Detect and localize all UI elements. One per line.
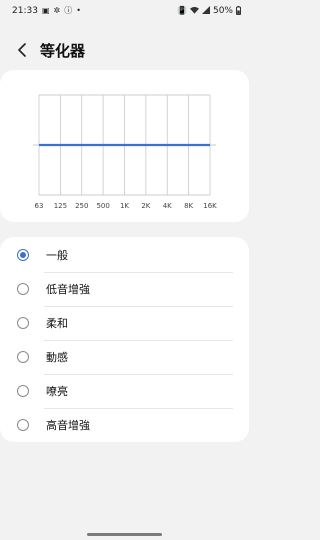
- status-right: 📳 50%: [177, 5, 249, 17]
- vibrate-icon: 📳: [177, 6, 187, 15]
- eq-band-label: 500: [96, 202, 109, 210]
- battery-text: 50%: [212, 6, 233, 16]
- preset-option-label: 嘹亮: [46, 385, 68, 398]
- battery-icon: [236, 5, 241, 17]
- page-title: 等化器: [40, 41, 86, 60]
- radio-dot: [20, 252, 26, 258]
- radio-unchecked-icon[interactable]: [17, 283, 29, 295]
- radio-unchecked-icon[interactable]: [17, 351, 29, 363]
- eq-band-label: 125: [54, 202, 67, 210]
- info-icon: ⓘ: [64, 6, 73, 15]
- preset-option[interactable]: 高音增強: [0, 408, 249, 442]
- status-time: 21:33: [12, 6, 38, 16]
- radio-checked-icon[interactable]: [17, 249, 29, 261]
- eq-band-label: 4K: [163, 202, 172, 210]
- preset-option-label: 低音增強: [46, 283, 90, 296]
- equalizer-graph[interactable]: 63 125 250 500 1K 2K 4K 8K 16K: [0, 70, 249, 222]
- gallery-icon: ▣: [41, 6, 50, 15]
- preset-option-label: 一般: [46, 249, 68, 262]
- eq-band-label: 63: [35, 202, 44, 210]
- dot-icon: •: [76, 6, 81, 15]
- equalizer-card: 63 125 250 500 1K 2K 4K 8K 16K: [0, 70, 249, 222]
- wifi-icon: [189, 6, 199, 16]
- signal-icon: [201, 6, 210, 16]
- preset-option[interactable]: 低音增強: [0, 272, 249, 306]
- preset-option[interactable]: 動感: [0, 340, 249, 374]
- preset-option[interactable]: 一般: [0, 238, 249, 272]
- eq-band-label: 250: [75, 202, 88, 210]
- chevron-left-icon: [18, 43, 26, 57]
- eq-band-label: 1K: [120, 202, 129, 210]
- preset-option[interactable]: 柔和: [0, 306, 249, 340]
- eq-band-label: 2K: [141, 202, 150, 210]
- eq-band-label: 8K: [184, 202, 193, 210]
- status-left: 21:33 ▣ ✲ ⓘ •: [0, 6, 81, 16]
- eq-band-label: 16K: [203, 202, 217, 210]
- radio-unchecked-icon[interactable]: [17, 419, 29, 431]
- pinwheel-icon: ✲: [53, 6, 61, 15]
- home-indicator[interactable]: [87, 533, 162, 536]
- preset-list: 一般低音增強柔和動感嘹亮高音增強: [0, 237, 249, 442]
- preset-option-label: 柔和: [46, 317, 68, 330]
- preset-option-label: 動感: [46, 351, 68, 364]
- status-bar: 21:33 ▣ ✲ ⓘ • 📳 50%: [0, 0, 249, 22]
- back-button[interactable]: [10, 38, 34, 62]
- preset-option-label: 高音增強: [46, 419, 90, 432]
- radio-unchecked-icon[interactable]: [17, 385, 29, 397]
- app-header: 等化器: [0, 34, 249, 66]
- radio-unchecked-icon[interactable]: [17, 317, 29, 329]
- preset-option[interactable]: 嘹亮: [0, 374, 249, 408]
